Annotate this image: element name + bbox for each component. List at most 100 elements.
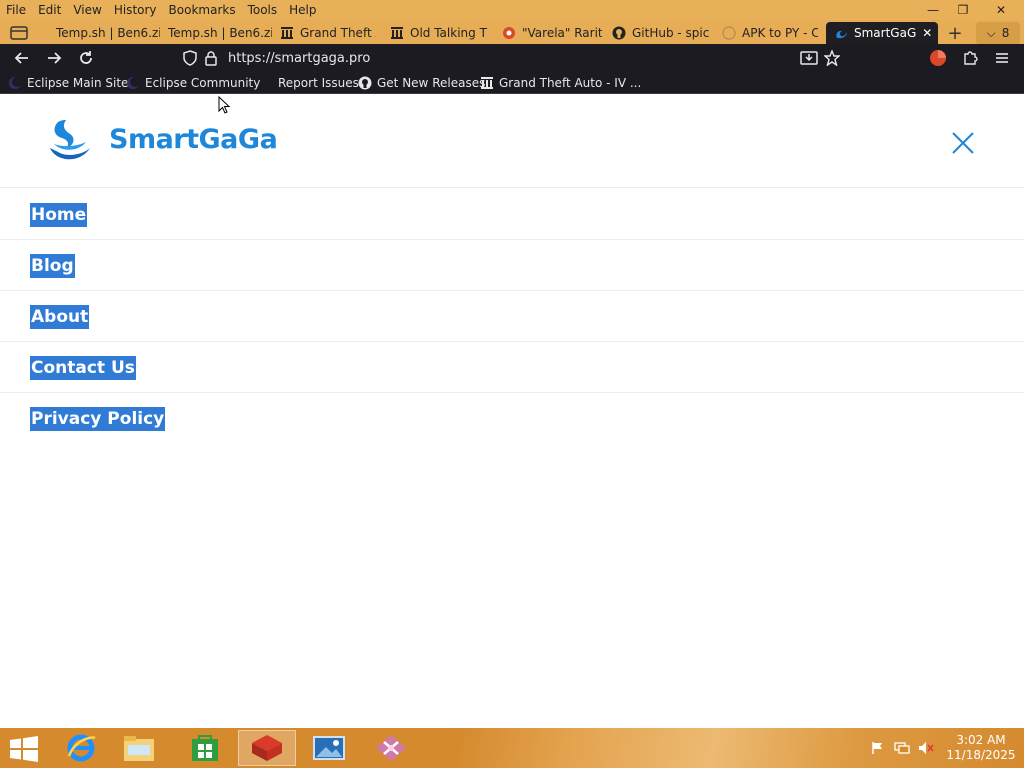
url-bar[interactable]: https://smartgaga.pro bbox=[178, 46, 846, 70]
app-pink-icon bbox=[376, 735, 406, 761]
tab-title: Grand Theft A bbox=[300, 26, 376, 40]
taskbar-photos[interactable] bbox=[300, 730, 358, 766]
tab-grand-theft[interactable]: Grand Theft A bbox=[280, 22, 376, 44]
swan-logo-icon[interactable] bbox=[48, 118, 92, 164]
eclipse-icon bbox=[126, 76, 140, 90]
mobile-nav-menu: Home Blog About Contact Us Privacy Polic… bbox=[0, 189, 1024, 444]
tab-title: SmartGaG bbox=[854, 26, 917, 40]
site-logo-text[interactable]: SmartGaGa bbox=[109, 124, 278, 155]
taskbar-active-app[interactable] bbox=[238, 730, 296, 766]
archive-icon bbox=[390, 26, 404, 40]
nav-link-blog[interactable]: Blog bbox=[30, 254, 75, 278]
reload-button[interactable] bbox=[76, 48, 96, 68]
tab-overflow-button[interactable]: ⌵ 8 bbox=[976, 22, 1020, 44]
nav-item-contact: Contact Us bbox=[0, 342, 1024, 393]
mouse-cursor-icon bbox=[218, 96, 230, 114]
navigation-toolbar: https://smartgaga.pro bbox=[0, 44, 1024, 72]
network-icon[interactable] bbox=[894, 740, 910, 756]
tab-temp-sh-2[interactable]: Temp.sh | Ben6.zi bbox=[168, 22, 272, 44]
site-header: SmartGaGa bbox=[0, 94, 1024, 188]
extensions-button[interactable] bbox=[960, 48, 980, 68]
menu-tools[interactable]: Tools bbox=[242, 0, 284, 20]
forward-button[interactable] bbox=[44, 48, 64, 68]
nav-link-privacy[interactable]: Privacy Policy bbox=[30, 407, 166, 431]
bookmark-label: Grand Theft Auto - IV ... bbox=[499, 76, 642, 90]
app-menu-button[interactable] bbox=[992, 48, 1012, 68]
tab-title: Temp.sh | Ben6.zi bbox=[56, 26, 160, 40]
windows-start-icon[interactable] bbox=[8, 736, 40, 762]
url-text[interactable]: https://smartgaga.pro bbox=[228, 51, 370, 66]
new-tab-button[interactable]: + bbox=[942, 22, 968, 44]
puzzle-icon bbox=[964, 51, 978, 65]
bookmark-report-issues[interactable]: Report Issues bbox=[278, 75, 359, 91]
hamburger-icon bbox=[996, 53, 1008, 63]
menu-history[interactable]: History bbox=[108, 0, 163, 20]
nav-link-about[interactable]: About bbox=[30, 305, 90, 329]
back-button[interactable] bbox=[12, 48, 32, 68]
lock-icon[interactable] bbox=[204, 50, 218, 70]
tab-count: 8 bbox=[1001, 26, 1010, 40]
save-to-pocket-icon[interactable] bbox=[800, 50, 818, 70]
nav-link-home[interactable]: Home bbox=[30, 203, 88, 227]
taskbar-clock[interactable]: 3:02 AM 11/18/2025 bbox=[946, 733, 1016, 763]
extension-button[interactable] bbox=[928, 48, 948, 68]
taskbar-store[interactable] bbox=[176, 730, 234, 766]
volume-muted-icon[interactable] bbox=[918, 740, 934, 756]
file-explorer-icon bbox=[124, 736, 154, 761]
eclipse-icon bbox=[8, 76, 22, 90]
nav-link-contact[interactable]: Contact Us bbox=[30, 356, 136, 380]
action-center-flag-icon[interactable] bbox=[870, 740, 886, 756]
archive-icon bbox=[280, 26, 294, 40]
restore-button[interactable]: ❐ bbox=[948, 0, 978, 20]
extension-record-icon bbox=[930, 50, 946, 66]
reload-icon bbox=[80, 51, 92, 64]
close-window-button[interactable]: ✕ bbox=[978, 0, 1024, 20]
tab-temp-sh-1[interactable]: Temp.sh | Ben6.zi bbox=[56, 22, 160, 44]
github-icon bbox=[358, 76, 372, 90]
bookmark-label: Eclipse Community bbox=[145, 76, 261, 90]
tab-title: Temp.sh | Ben6.zi bbox=[168, 26, 272, 40]
bookmark-get-new-releases[interactable]: Get New Releases bbox=[358, 75, 485, 91]
tab-title: APK to PY - C bbox=[742, 26, 818, 40]
taskbar-file-explorer[interactable] bbox=[110, 730, 168, 766]
tab-apk-to-py[interactable]: APK to PY - C bbox=[722, 22, 818, 44]
menu-edit[interactable]: Edit bbox=[32, 0, 67, 20]
swan-icon bbox=[834, 26, 848, 40]
page-content: SmartGaGa Home Blog About Contact Us Pri… bbox=[0, 94, 1024, 728]
screen: File Edit View History Bookmarks Tools H… bbox=[0, 0, 1024, 768]
clock-date: 11/18/2025 bbox=[946, 748, 1016, 762]
bookmark-grand-theft-auto[interactable]: Grand Theft Auto - IV ... bbox=[480, 75, 641, 91]
menu-file[interactable]: File bbox=[0, 0, 32, 20]
windows-taskbar: 3:02 AM 11/18/2025 bbox=[0, 728, 1024, 768]
tab-title: Old Talking T bbox=[410, 26, 487, 40]
menu-bookmarks[interactable]: Bookmarks bbox=[163, 0, 242, 20]
bookmark-eclipse-main[interactable]: Eclipse Main Site bbox=[8, 75, 128, 91]
taskbar-internet-explorer[interactable] bbox=[52, 730, 110, 766]
nav-item-blog: Blog bbox=[0, 240, 1024, 291]
browser-menubar: File Edit View History Bookmarks Tools H… bbox=[0, 0, 1024, 20]
shield-icon[interactable] bbox=[182, 50, 198, 70]
archive-icon bbox=[480, 76, 494, 90]
nav-item-home: Home bbox=[0, 189, 1024, 240]
tab-varela[interactable]: "Varela" Rarit bbox=[502, 22, 602, 44]
tab-github[interactable]: GitHub - spic bbox=[612, 22, 710, 44]
record-icon bbox=[502, 26, 516, 40]
window-controls: — ❐ ✕ bbox=[918, 0, 1024, 20]
minimize-button[interactable]: — bbox=[918, 0, 948, 20]
app-red-icon bbox=[252, 735, 282, 761]
star-icon[interactable] bbox=[823, 49, 841, 70]
tab-smartgaga[interactable]: SmartGaG ✕ bbox=[826, 22, 938, 44]
list-tabs-button[interactable] bbox=[4, 22, 34, 44]
clock-time: 3:02 AM bbox=[956, 733, 1006, 747]
bookmark-label: Report Issues bbox=[278, 76, 359, 90]
tab-old-talking[interactable]: Old Talking T bbox=[390, 22, 490, 44]
menu-view[interactable]: View bbox=[67, 0, 107, 20]
chevron-down-icon: ⌵ bbox=[986, 25, 996, 40]
close-tab-icon[interactable]: ✕ bbox=[922, 26, 932, 40]
bookmark-eclipse-community[interactable]: Eclipse Community bbox=[126, 75, 260, 91]
close-menu-icon[interactable] bbox=[950, 130, 976, 156]
bookmarks-toolbar: Eclipse Main Site Eclipse Community Repo… bbox=[0, 72, 1024, 94]
store-icon bbox=[192, 735, 218, 761]
taskbar-pink-app[interactable] bbox=[362, 730, 420, 766]
menu-help[interactable]: Help bbox=[283, 0, 322, 20]
